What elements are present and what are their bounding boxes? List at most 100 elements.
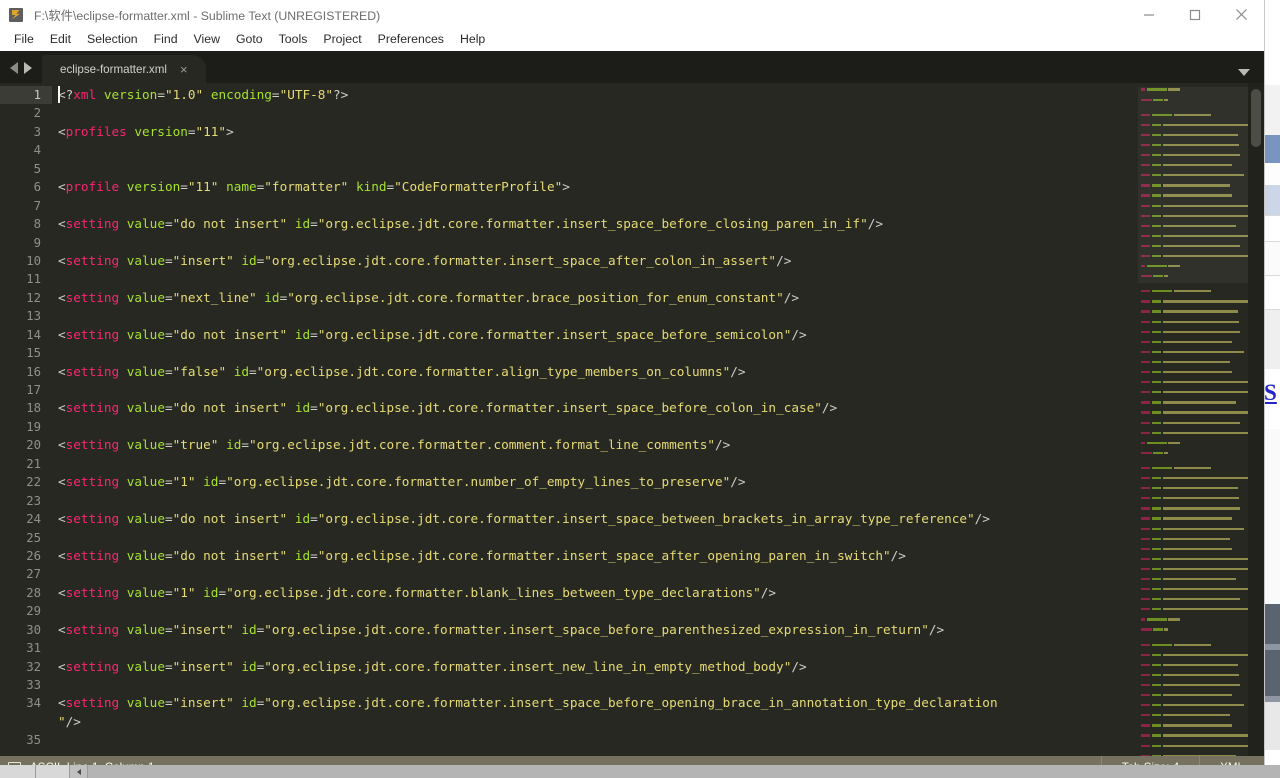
minimap-viewport[interactable]: [1138, 87, 1248, 283]
arrow-right-icon[interactable]: [24, 62, 32, 74]
minimap-bar: [1141, 588, 1150, 590]
line-number: 16: [0, 363, 52, 381]
token-eq: =: [218, 474, 226, 489]
code-line[interactable]: <setting value="next_line" id="org.eclip…: [52, 289, 1138, 307]
code-line[interactable]: [52, 455, 1138, 473]
minimap-bar: [1153, 628, 1162, 630]
menu-item-preferences[interactable]: Preferences: [370, 30, 452, 49]
tab-eclipse-formatter-xml[interactable]: eclipse-formatter.xml ×: [42, 55, 206, 83]
code-line[interactable]: <setting value="insert" id="org.eclipse.…: [52, 621, 1138, 639]
code-line[interactable]: [52, 160, 1138, 178]
minimap-bar: [1163, 497, 1239, 499]
minimap-bar: [1163, 684, 1240, 686]
code-line[interactable]: [52, 676, 1138, 694]
token-attr: id: [295, 548, 310, 563]
menu-item-find[interactable]: Find: [146, 30, 186, 49]
code-line[interactable]: <profile version="11" name="formatter" k…: [52, 178, 1138, 196]
menu-item-file[interactable]: File: [6, 30, 42, 49]
minimap-bar: [1152, 745, 1161, 747]
minimap-bar: [1174, 467, 1211, 469]
vertical-scrollbar[interactable]: [1248, 83, 1264, 756]
taskbar-cell[interactable]: [0, 765, 36, 778]
code-line-continuation[interactable]: "/>: [52, 713, 1138, 731]
code-line[interactable]: [52, 307, 1138, 325]
code-line[interactable]: <setting value="1" id="org.eclipse.jdt.c…: [52, 584, 1138, 602]
menu-item-project[interactable]: Project: [315, 30, 369, 49]
background-strip: [1262, 309, 1280, 369]
code-line[interactable]: [52, 234, 1138, 252]
taskbar-cell[interactable]: [36, 765, 70, 778]
code-line[interactable]: <setting value="insert" id="org.eclipse.…: [52, 252, 1138, 270]
sublime-text-icon: [9, 8, 23, 22]
code-line[interactable]: <setting value="false" id="org.eclipse.j…: [52, 363, 1138, 381]
token-eq: =: [310, 511, 318, 526]
code-line[interactable]: <?xml version="1.0" encoding="UTF-8"?>: [52, 86, 1138, 104]
code-line[interactable]: [52, 381, 1138, 399]
token-eq: =: [249, 364, 257, 379]
line-number: 11: [0, 270, 52, 288]
code-line[interactable]: [52, 731, 1138, 749]
background-window-link[interactable]: S: [1262, 378, 1280, 412]
code-line[interactable]: <setting value="do not insert" id="org.e…: [52, 510, 1138, 528]
vertical-scrollbar-thumb[interactable]: [1251, 89, 1261, 147]
code-line[interactable]: [52, 197, 1138, 215]
token-punct: [119, 622, 127, 637]
code-line[interactable]: [52, 104, 1138, 122]
code-line[interactable]: <setting value="do not insert" id="org.e…: [52, 326, 1138, 344]
token-attr: id: [295, 327, 310, 342]
minimap-bar: [1141, 704, 1150, 706]
tab-label: eclipse-formatter.xml: [60, 63, 167, 76]
minimap-bar: [1152, 391, 1161, 393]
code-line[interactable]: <setting value="do not insert" id="org.e…: [52, 215, 1138, 233]
code-line[interactable]: [52, 602, 1138, 620]
code-line[interactable]: <setting value="1" id="org.eclipse.jdt.c…: [52, 473, 1138, 491]
code-line[interactable]: [52, 270, 1138, 288]
menu-item-goto[interactable]: Goto: [228, 30, 271, 49]
code-content[interactable]: <?xml version="1.0" encoding="UTF-8"?> <…: [52, 83, 1138, 756]
close-icon[interactable]: [1218, 0, 1264, 29]
arrow-left-icon[interactable]: [10, 62, 18, 74]
menu-item-help[interactable]: Help: [452, 30, 493, 49]
code-line[interactable]: <profiles version="11">: [52, 123, 1138, 141]
close-icon[interactable]: ×: [180, 63, 188, 76]
minimap[interactable]: [1138, 83, 1248, 756]
code-line[interactable]: [52, 529, 1138, 547]
maximize-icon[interactable]: [1172, 0, 1218, 29]
line-number: 4: [0, 141, 52, 159]
token-punct: />: [715, 437, 730, 452]
code-line[interactable]: [52, 344, 1138, 362]
code-line[interactable]: <setting value="true" id="org.eclipse.jd…: [52, 436, 1138, 454]
code-line[interactable]: <setting value="insert" id="org.eclipse.…: [52, 694, 1138, 712]
code-line[interactable]: <setting value="do not insert" id="org.e…: [52, 547, 1138, 565]
code-line[interactable]: <setting value="insert" id="org.eclipse.…: [52, 658, 1138, 676]
line-number: 33: [0, 676, 52, 694]
minimap-bar: [1152, 371, 1161, 373]
token-tag: setting: [66, 659, 119, 674]
token-eq: =: [165, 253, 173, 268]
code-line[interactable]: [52, 565, 1138, 583]
token-punct: [119, 659, 127, 674]
menu-item-selection[interactable]: Selection: [79, 30, 146, 49]
token-punct: ?>: [333, 87, 348, 102]
arrow-right-icon[interactable]: [70, 765, 88, 778]
code-line[interactable]: [52, 639, 1138, 657]
token-eq: =: [165, 437, 173, 452]
minimize-icon[interactable]: [1126, 0, 1172, 29]
menu-item-view[interactable]: View: [186, 30, 228, 49]
minimap-bar: [1141, 714, 1150, 716]
code-line[interactable]: [52, 141, 1138, 159]
code-line[interactable]: [52, 418, 1138, 436]
menu-item-tools[interactable]: Tools: [271, 30, 316, 49]
minimap-bar: [1141, 477, 1150, 479]
menu-item-edit[interactable]: Edit: [42, 30, 79, 49]
background-strip: [1262, 702, 1280, 750]
tab-nav-arrows: [0, 62, 42, 83]
code-line[interactable]: [52, 492, 1138, 510]
code-line[interactable]: <setting value="do not insert" id="org.e…: [52, 399, 1138, 417]
title-bar[interactable]: F:\软件\eclipse-formatter.xml - Sublime Te…: [0, 0, 1264, 29]
token-str: "org.eclipse.jdt.core.formatter.insert_s…: [264, 622, 929, 637]
minimap-bar: [1141, 411, 1150, 413]
token-str: "1.0": [165, 87, 203, 102]
chevron-down-icon[interactable]: [1238, 69, 1250, 76]
line-number: 7: [0, 197, 52, 215]
